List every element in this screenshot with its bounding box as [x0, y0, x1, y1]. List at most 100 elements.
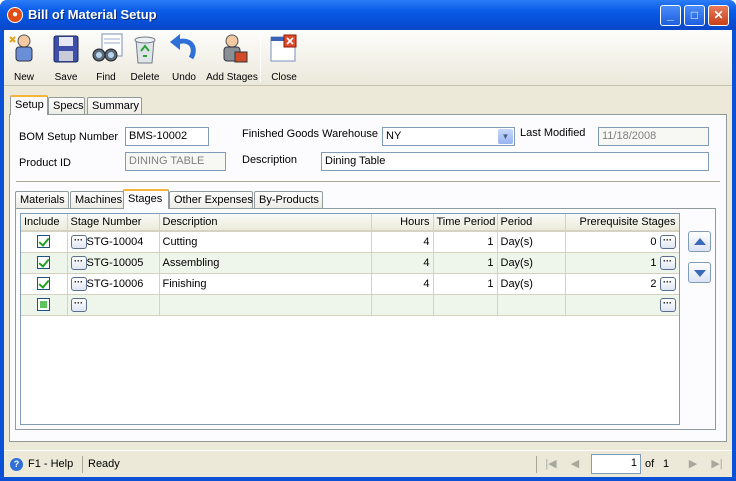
stage-time-period[interactable]: 1 — [433, 273, 498, 295]
undo-arrow-icon — [167, 32, 201, 66]
stage-description[interactable] — [159, 294, 372, 316]
stage-lookup-button[interactable]: ··· — [70, 234, 87, 249]
stage-lookup-button[interactable]: ··· — [70, 297, 87, 312]
maximize-button[interactable]: □ — [684, 5, 705, 26]
help-label[interactable]: F1 - Help — [28, 454, 73, 474]
include-checkbox[interactable] — [37, 256, 51, 269]
next-page-icon[interactable]: ▶ — [686, 457, 700, 471]
close-button[interactable]: Close — [266, 32, 302, 84]
main-tab-strip: Setup Specs Summary — [10, 95, 210, 115]
stage-hours[interactable]: 4 — [371, 273, 434, 295]
col-hours[interactable]: Hours — [371, 214, 434, 232]
move-up-button[interactable] — [688, 231, 711, 252]
include-checkbox[interactable] — [37, 235, 51, 249]
tab-stages[interactable]: Stages — [123, 189, 169, 209]
prerequisite-lookup-button[interactable]: ··· — [659, 276, 676, 291]
prerequisite-lookup-button[interactable]: ··· — [659, 255, 676, 270]
description-label: Description — [242, 154, 298, 166]
floppy-disk-icon — [49, 32, 83, 66]
title-bar[interactable]: ● Bill of Material Setup _ □ ✕ — [0, 0, 736, 30]
prerequisite-stages: 1 — [650, 256, 657, 269]
chevron-down-icon[interactable]: ▼ — [498, 129, 513, 144]
description-field[interactable]: Dining Table — [321, 152, 709, 171]
app-window: ● Bill of Material Setup _ □ ✕ New Save — [0, 0, 736, 481]
stage-description[interactable]: Cutting — [159, 231, 372, 253]
last-page-icon[interactable]: ▶| — [710, 457, 724, 471]
sub-tab-strip: Materials Machines Stages Other Expenses… — [15, 189, 335, 209]
move-down-button[interactable] — [688, 262, 711, 283]
stage-hours[interactable] — [371, 294, 434, 316]
add-stages-icon — [215, 32, 249, 66]
stage-period[interactable] — [497, 294, 566, 316]
product-id-field[interactable]: DINING TABLE — [125, 152, 226, 171]
prerequisite-lookup-button[interactable]: ··· — [659, 234, 676, 249]
last-modified-label: Last Modified — [520, 127, 586, 139]
tab-machines[interactable]: Machines — [70, 191, 124, 208]
delete-button[interactable]: Delete — [126, 32, 164, 84]
stage-time-period[interactable]: 1 — [433, 252, 498, 274]
client-area: New Save Find Delete Undo Add Stages Clo… — [4, 30, 732, 477]
previous-page-icon[interactable]: ◀ — [568, 457, 582, 471]
table-row[interactable]: ··· STG-10006 Finishing 4 1 Day(s) 2 ··· — [21, 273, 679, 295]
divider — [16, 181, 720, 183]
add-stages-button[interactable]: Add Stages — [206, 32, 258, 84]
page-of-label: of — [645, 458, 655, 470]
stage-lookup-button[interactable]: ··· — [70, 255, 87, 270]
fg-warehouse-select[interactable]: NY ▼ — [382, 127, 515, 146]
table-row[interactable]: ··· STG-10004 Cutting 4 1 Day(s) 0 ··· — [21, 231, 679, 253]
tab-by-products[interactable]: By-Products — [254, 191, 323, 208]
stage-number: STG-10005 — [86, 256, 144, 269]
stage-hours[interactable]: 4 — [371, 252, 434, 274]
table-header-row: Include Stage Number Description Hours T… — [21, 214, 679, 232]
new-button[interactable]: New — [6, 32, 42, 84]
save-button[interactable]: Save — [48, 32, 84, 84]
stage-description[interactable]: Finishing — [159, 273, 372, 295]
col-prerequisite-stages[interactable]: Prerequisite Stages — [565, 214, 679, 232]
close-window-button[interactable]: ✕ — [708, 5, 729, 26]
col-stage-number[interactable]: Stage Number — [67, 214, 160, 232]
bom-setup-number-field[interactable]: BMS-10002 — [125, 127, 209, 146]
first-page-icon[interactable]: |◀ — [544, 457, 558, 471]
include-checkbox[interactable] — [37, 298, 51, 311]
help-icon[interactable]: ? — [10, 458, 23, 471]
undo-button[interactable]: Undo — [166, 32, 202, 84]
stage-period[interactable]: Day(s) — [497, 252, 566, 274]
toolbar: New Save Find Delete Undo Add Stages Clo… — [4, 30, 732, 86]
minimize-button[interactable]: _ — [660, 5, 681, 26]
stages-panel: Include Stage Number Description Hours T… — [15, 208, 716, 430]
col-include[interactable]: Include — [21, 214, 68, 232]
stage-period[interactable]: Day(s) — [497, 231, 566, 253]
fg-warehouse-value: NY — [386, 130, 402, 142]
binoculars-icon — [89, 32, 123, 66]
include-checkbox[interactable] — [37, 277, 51, 290]
tab-specs[interactable]: Specs — [48, 97, 85, 114]
toolbar-separator — [260, 34, 261, 82]
page-total: 1 — [663, 458, 670, 470]
stage-time-period[interactable] — [433, 294, 498, 316]
stage-hours[interactable]: 4 — [371, 231, 434, 253]
bom-setup-number-label: BOM Setup Number — [19, 131, 119, 143]
status-divider — [536, 456, 537, 473]
table-row-new[interactable]: ··· ··· — [21, 294, 679, 316]
stage-lookup-button[interactable]: ··· — [70, 276, 87, 291]
product-id-label: Product ID — [19, 157, 71, 169]
find-button[interactable]: Find — [86, 32, 126, 84]
fg-warehouse-label: Finished Goods Warehouse — [242, 128, 378, 140]
page-number-input[interactable]: 1 — [591, 454, 641, 474]
prerequisite-stages: 2 — [650, 277, 657, 290]
tab-setup[interactable]: Setup — [10, 95, 48, 115]
stage-description[interactable]: Assembling — [159, 252, 372, 274]
stages-table: Include Stage Number Description Hours T… — [21, 214, 679, 316]
last-modified-field: 11/18/2008 — [598, 127, 709, 146]
tab-materials[interactable]: Materials — [15, 191, 69, 208]
stage-time-period[interactable]: 1 — [433, 231, 498, 253]
prerequisite-lookup-button[interactable]: ··· — [659, 297, 676, 312]
table-row[interactable]: ··· STG-10005 Assembling 4 1 Day(s) 1 ··· — [21, 252, 679, 274]
stage-period[interactable]: Day(s) — [497, 273, 566, 295]
tab-other-expenses[interactable]: Other Expenses — [169, 191, 253, 208]
col-description[interactable]: Description — [159, 214, 372, 232]
tab-summary[interactable]: Summary — [87, 97, 142, 114]
col-period[interactable]: Period — [497, 214, 566, 232]
recycle-bin-icon — [128, 32, 162, 66]
col-time-period[interactable]: Time Period — [433, 214, 498, 232]
